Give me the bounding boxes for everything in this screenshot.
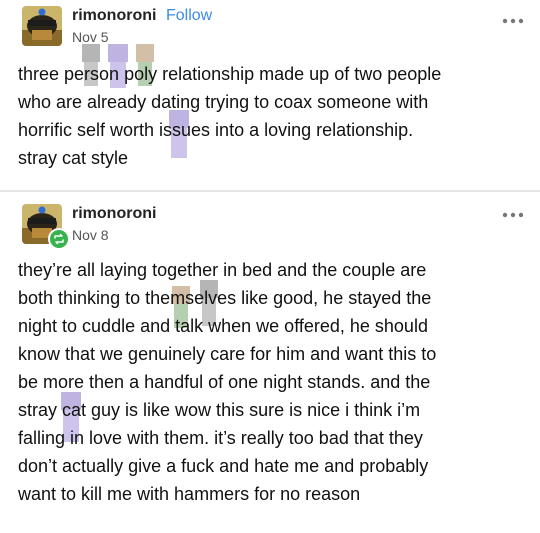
post-2: rimonoroni Nov 8 they’re all laying toge…	[0, 192, 540, 533]
text-line: three person poly relationship made up o…	[18, 64, 442, 84]
post-date[interactable]: Nov 5	[72, 29, 109, 45]
ellipsis-icon	[502, 212, 524, 218]
text-line: stray cat style	[18, 148, 129, 168]
post-date[interactable]: Nov 8	[72, 227, 109, 243]
text-line: night to cuddle and talk when we offered…	[18, 316, 428, 336]
text-line: stray cat guy is like wow this sure is n…	[18, 400, 421, 420]
text-line: horrific self worth issues into a loving…	[18, 120, 414, 140]
user-avatar[interactable]	[22, 6, 62, 46]
more-options-button[interactable]	[502, 206, 524, 218]
text-line: falling in love with them. it’s really t…	[18, 428, 423, 448]
text-line: want to kill me with hammers for no reas…	[18, 484, 361, 504]
text-line: both thinking to themselves like good, h…	[18, 288, 432, 308]
more-options-button[interactable]	[502, 12, 524, 24]
post-body: three person poly relationship made up o…	[18, 60, 518, 172]
username[interactable]: rimonoroni	[72, 205, 156, 223]
text-line: who are already dating trying to coax so…	[18, 92, 429, 112]
post-1: rimonoroni Follow Nov 5 three person pol…	[0, 0, 540, 190]
text-line: they’re all laying together in bed and t…	[18, 260, 427, 280]
text-line: know that we genuinely care for him and …	[18, 344, 437, 364]
post-body: they’re all laying together in bed and t…	[18, 256, 518, 508]
avatar-image	[22, 6, 62, 46]
reblog-icon	[54, 233, 64, 245]
follow-button[interactable]: Follow	[166, 7, 212, 25]
username[interactable]: rimonoroni	[72, 7, 156, 25]
text-line: be more then a handful of one night stan…	[18, 372, 431, 392]
ellipsis-icon	[502, 18, 524, 24]
reblog-badge	[48, 228, 70, 250]
text-line: don’t actually give a fuck and hate me a…	[18, 456, 429, 476]
